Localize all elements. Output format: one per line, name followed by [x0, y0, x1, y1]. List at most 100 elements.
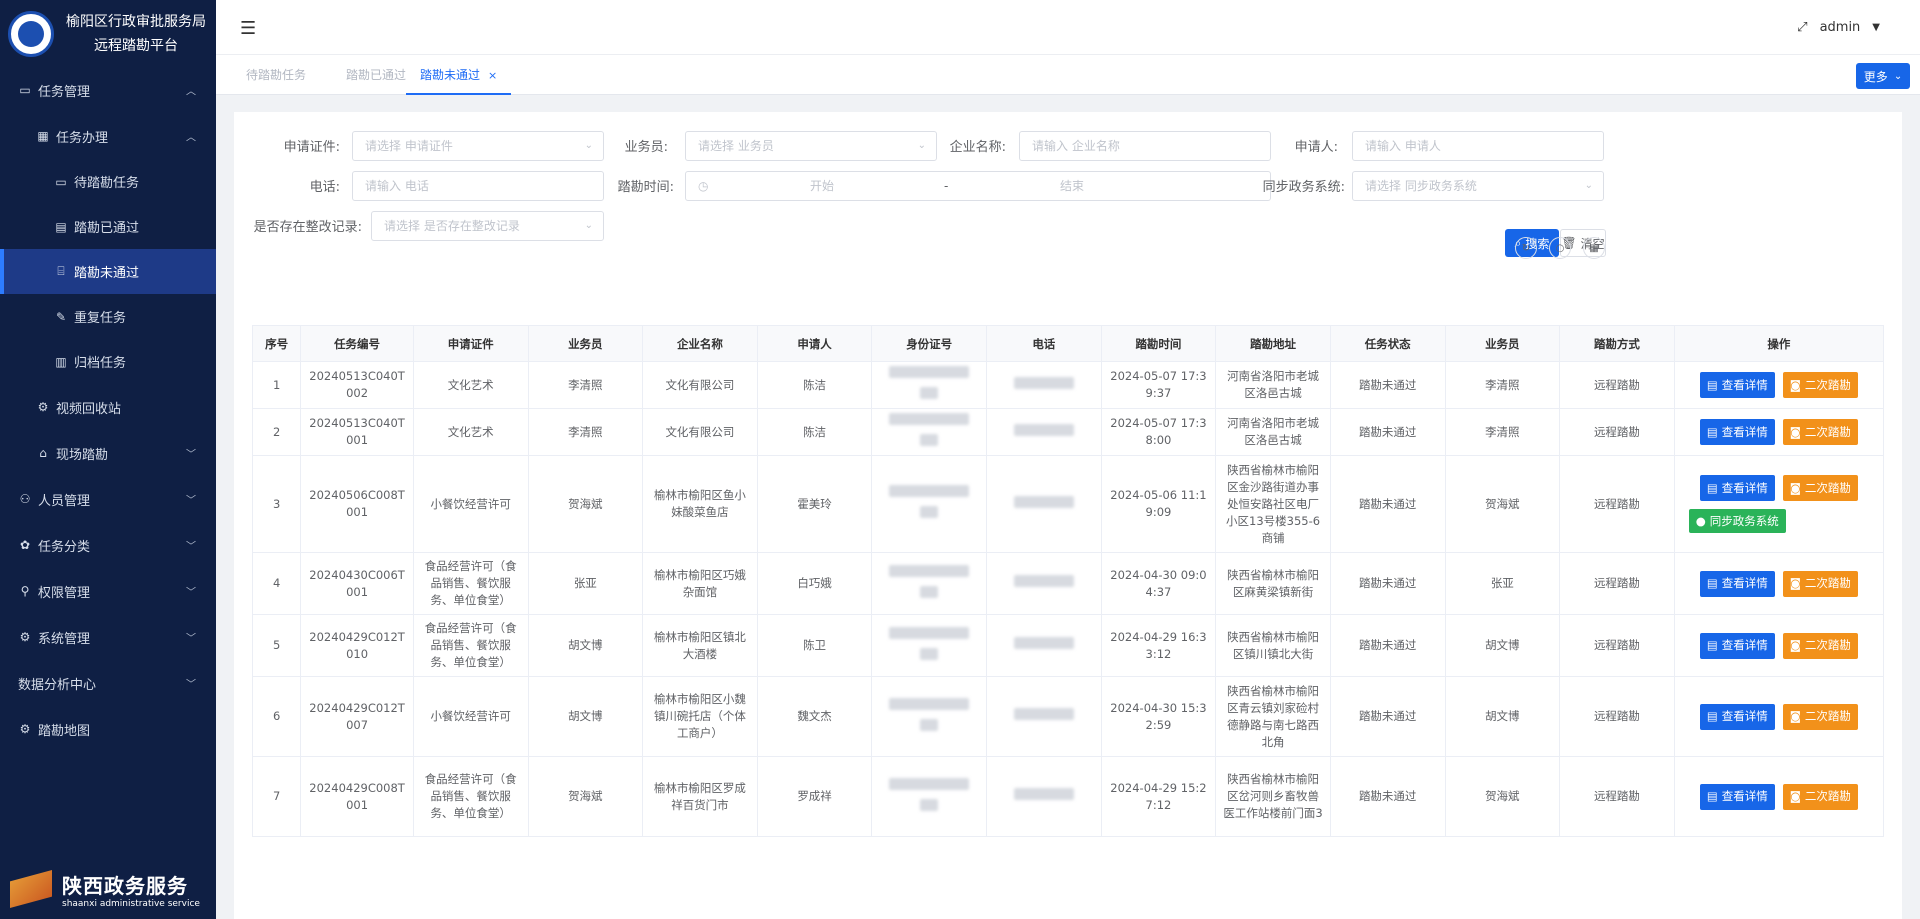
- sidebar-item-12[interactable]: ⚙ 系统管理 ﹀: [0, 614, 216, 660]
- re-inspect-button[interactable]: ◙ 二次踏勘: [1782, 475, 1858, 501]
- applicant-input[interactable]: 请输入 申请人: [1352, 131, 1604, 161]
- chevron-up-icon: ︿: [186, 132, 196, 144]
- re-inspect-button[interactable]: ◙ 二次踏勘: [1782, 419, 1858, 445]
- cell-address: 陕西省榆林市榆阳区青云镇刘家硷村德静路与南七路西北角: [1215, 676, 1331, 757]
- cell-cert: 小餐饮经营许可: [412, 455, 529, 553]
- time-end: 结束: [1060, 179, 1085, 193]
- fullscreen-icon[interactable]: ⤢: [1797, 20, 1807, 35]
- cell-phone-redacted: [986, 455, 1102, 553]
- table-row: 5 20240429C012T010 食品经营许可（食品销售、餐饮服务、单位食堂）胡…: [251, 614, 1885, 677]
- chevron-down-icon[interactable]: ▼: [1872, 22, 1880, 33]
- cell-staff: 贺海斌: [527, 455, 644, 553]
- tab-not-passed[interactable]: 踏勘未通过 ×: [406, 55, 512, 95]
- re-inspect-button[interactable]: ◙ 二次踏勘: [1782, 372, 1858, 398]
- cell-id-number-redacted: [871, 614, 987, 677]
- sidebar-item-0[interactable]: ▭ 任务管理 ︿: [0, 67, 216, 113]
- user-name[interactable]: admin: [1820, 20, 1861, 35]
- view-details-button[interactable]: ▤ 查看详情: [1699, 632, 1775, 659]
- cell-operations: ▤ 查看详情 ◙ 二次踏勘: [1673, 361, 1885, 409]
- cell-staff-2: 胡文博: [1444, 676, 1561, 757]
- sidebar-footer-logo: 陕西政务服务 shaanxi administrative service: [0, 859, 216, 919]
- re-inspect-button[interactable]: ◙ 二次踏勘: [1782, 570, 1858, 597]
- sidebar-item-1[interactable]: ▦ 任务办理 ︿: [0, 113, 216, 159]
- table-row: 7 20240429C008T001 食品经营许可（食品销售、餐饮服务、单位食堂）贺…: [251, 756, 1885, 837]
- view-details-button[interactable]: ▤ 查看详情: [1699, 475, 1775, 501]
- cell-address: 河南省洛阳市老城区洛邑古城: [1215, 361, 1331, 409]
- sync-gov-system-button[interactable]: ● 同步政务系统: [1688, 509, 1786, 533]
- sidebar-item-8[interactable]: ⌂ 现场踏勘 ﹀: [0, 430, 216, 476]
- cell-status: 踏勘未通过: [1329, 361, 1446, 409]
- cell-no: 2: [251, 408, 302, 456]
- view-details-button[interactable]: ▤ 查看详情: [1699, 783, 1775, 810]
- logo: [8, 10, 54, 57]
- sidebar-item-label: 踏勘未通过: [74, 266, 140, 281]
- sidebar-item-14[interactable]: ⚙ 踏勘地图: [0, 706, 216, 752]
- tab-passed[interactable]: 踏勘已通过: [346, 55, 406, 95]
- cell-operations: ▤ 查看详情 ◙ 二次踏勘: [1673, 552, 1885, 615]
- time-start: 开始: [810, 179, 835, 193]
- column-header: 操作: [1673, 325, 1885, 362]
- time-sep: -: [944, 179, 949, 193]
- cell-id-number-redacted: [871, 455, 987, 553]
- cell-cert: 文化艺术: [412, 361, 529, 409]
- re-inspect-button[interactable]: ◙ 二次踏勘: [1782, 783, 1858, 810]
- view-details-button[interactable]: ▤ 查看详情: [1699, 419, 1775, 445]
- document-icon: ▤: [1706, 709, 1718, 723]
- refresh-icon[interactable]: ↻: [1515, 237, 1537, 259]
- view-details-button[interactable]: ▤ 查看详情: [1699, 570, 1775, 597]
- sidebar-item-7[interactable]: ⚙ 视频回收站: [0, 384, 216, 430]
- sidebar-item-13[interactable]: 数据分析中心 ﹀: [0, 660, 216, 706]
- palette-icon: ✿: [19, 538, 31, 552]
- sidebar-item-label: 重复任务: [74, 311, 127, 326]
- sidebar-item-2[interactable]: ▭ 待踏勘任务: [0, 159, 216, 204]
- cell-mode: 远程踏勘: [1559, 361, 1675, 409]
- camera-icon: ◙: [1789, 576, 1801, 590]
- clock-icon: ◷: [698, 179, 709, 193]
- sidebar-item-3[interactable]: ▤ 踏勘已通过: [0, 204, 216, 249]
- more-button[interactable]: 更多 ⌄: [1856, 63, 1910, 89]
- cell-operations: ▤ 查看详情 ◙ 二次踏勘: [1673, 614, 1885, 677]
- tab-pending[interactable]: 待踏勘任务: [246, 55, 306, 95]
- sidebar-item-9[interactable]: ⚇ 人员管理 ﹀: [0, 476, 216, 522]
- cell-task-id: 20240430C006T001: [300, 552, 414, 615]
- sidebar-item-11[interactable]: ⚲ 权限管理 ﹀: [0, 568, 216, 614]
- chevron-down-icon: ﹀: [186, 633, 196, 645]
- cell-staff: 贺海斌: [527, 756, 644, 837]
- archive-icon: ▥: [55, 354, 67, 369]
- sidebar-item-label: 踏勘地图: [38, 723, 91, 739]
- close-icon[interactable]: ×: [488, 69, 497, 82]
- view-details-button[interactable]: ▤ 查看详情: [1699, 703, 1775, 730]
- view-details-button[interactable]: ▤ 查看详情: [1699, 372, 1775, 398]
- re-inspect-button[interactable]: ◙ 二次踏勘: [1782, 703, 1858, 730]
- cert-label: 申请证件:: [283, 140, 340, 155]
- re-inspect-button[interactable]: ◙ 二次踏勘: [1782, 632, 1858, 659]
- hamburger-icon[interactable]: ☰: [240, 18, 256, 39]
- cell-cert: 食品经营许可（食品销售、餐饮服务、单位食堂）: [412, 756, 529, 837]
- cell-address: 陕西省榆林市榆阳区岔河则乡畜牧兽医工作站楼前门面3: [1215, 756, 1331, 837]
- sidebar-item-10[interactable]: ✿ 任务分类 ﹀: [0, 522, 216, 568]
- cell-address: 河南省洛阳市老城区洛邑古城: [1215, 408, 1331, 456]
- sidebar-item-5[interactable]: ✎ 重复任务: [0, 294, 216, 339]
- cell-status: 踏勘未通过: [1329, 552, 1446, 615]
- cell-no: 3: [251, 455, 302, 553]
- cell-no: 4: [251, 552, 302, 615]
- sidebar-item-6[interactable]: ▥ 归档任务: [0, 339, 216, 384]
- cell-time: 2024-05-07 17:38:00: [1100, 408, 1217, 456]
- chevron-up-icon: ︿: [186, 86, 196, 98]
- column-header: 业务员: [1444, 325, 1561, 362]
- chevron-down-icon: ⌄: [1893, 70, 1903, 82]
- time-range-picker[interactable]: ◷ 开始 - 结束: [685, 171, 1271, 201]
- cell-staff-2: 胡文博: [1444, 614, 1561, 677]
- columns-icon[interactable]: ▦: [1583, 237, 1605, 259]
- monitor-icon: ▭: [19, 83, 31, 97]
- document-icon: ▤: [55, 219, 67, 234]
- search-toggle-icon[interactable]: ○: [1549, 237, 1571, 259]
- sidebar-item-4[interactable]: ⌸ 踏勘未通过: [0, 249, 216, 294]
- cell-id-number-redacted: [871, 361, 987, 409]
- sync-select[interactable]: 请选择 同步政务系统 ⌄: [1352, 171, 1604, 201]
- top-header: ☰ ⤢ admin ▼: [216, 0, 1920, 55]
- cell-staff: 胡文博: [527, 676, 644, 757]
- gear-icon: ⚙: [37, 400, 49, 414]
- rectify-select[interactable]: 请选择 是否存在整改记录 ⌄: [371, 211, 604, 241]
- tabs-bar: 待踏勘任务 踏勘已通过 踏勘未通过 × 更多 ⌄: [216, 55, 1920, 95]
